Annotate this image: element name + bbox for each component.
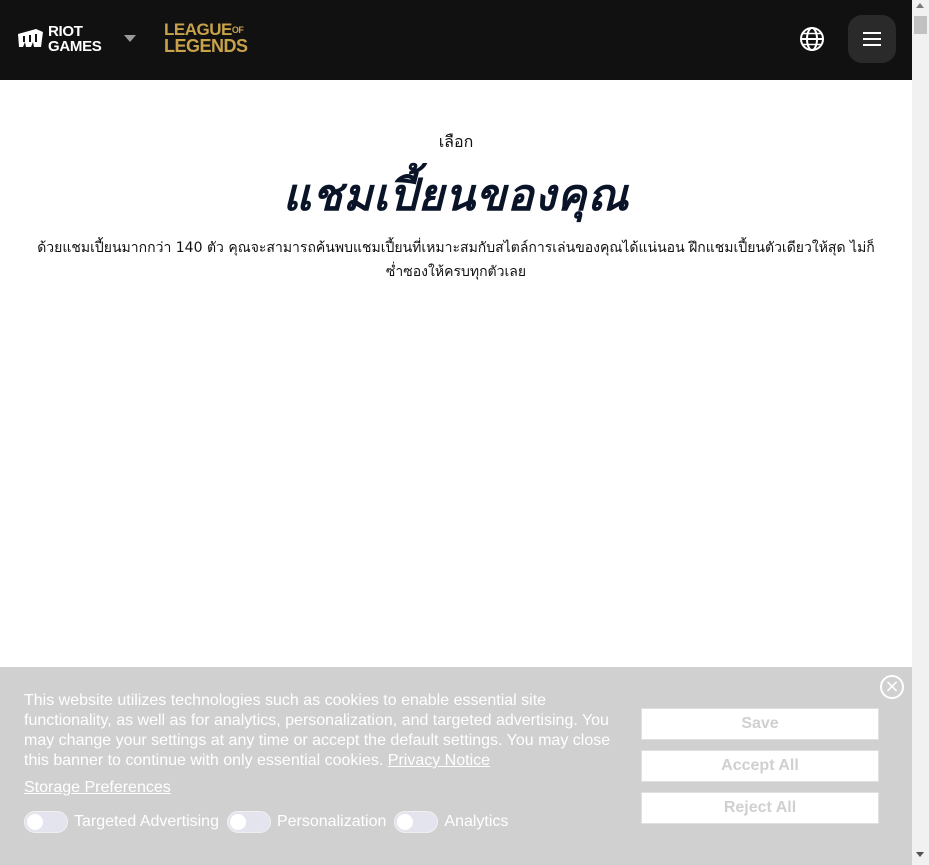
page: RIOT GAMES LEAGUEOF LEGENDS เลือก แชมเปี…: [0, 0, 929, 865]
scroll-thumb[interactable]: [914, 16, 927, 34]
lol-logo-legends: LEGENDS: [164, 36, 248, 56]
toggle-label: Personalization: [276, 813, 387, 830]
section-headline: แชมเปี้ยนของคุณ: [282, 170, 630, 221]
cookie-notice-text: This website utilizes technologies such …: [24, 691, 619, 771]
section-eyebrow: เลือก: [438, 132, 474, 151]
top-nav: RIOT GAMES LEAGUEOF LEGENDS: [0, 0, 912, 80]
storage-preferences-link[interactable]: Storage Preferences: [24, 779, 171, 797]
toggle-switch[interactable]: [24, 811, 68, 833]
riot-wordmark-line1: RIOT: [48, 23, 83, 40]
riot-wordmark-line2: GAMES: [48, 38, 102, 55]
scroll-up-arrow-icon[interactable]: [916, 3, 924, 8]
riot-wordmark: RIOT GAMES: [44, 24, 102, 54]
chevron-down-icon[interactable]: [124, 35, 136, 43]
scroll-down-arrow-icon[interactable]: [916, 852, 924, 857]
league-of-legends-logo[interactable]: LEAGUEOF LEGENDS: [164, 21, 254, 58]
toggle-knob: [397, 814, 414, 830]
close-icon: ×: [884, 676, 900, 697]
save-button[interactable]: Save: [641, 708, 879, 740]
toggle-label: Analytics: [444, 813, 509, 830]
lol-logo-of: OF: [231, 25, 244, 35]
toggle-knob: [229, 814, 246, 830]
consent-toggles: Targeted Advertising Personalization Ana…: [24, 811, 516, 833]
globe-icon[interactable]: [799, 26, 825, 52]
toggle-knob: [27, 814, 43, 830]
cookie-banner: × This website utilizes technologies suc…: [0, 667, 912, 865]
cookie-notice-body: This website utilizes technologies such …: [24, 692, 611, 769]
riot-games-logo[interactable]: RIOT GAMES: [16, 22, 116, 56]
page-scrollbar[interactable]: [912, 0, 929, 865]
toggle-personalization[interactable]: Personalization: [226, 811, 387, 833]
toggle-label: Targeted Advertising: [74, 813, 219, 830]
reject-all-button[interactable]: Reject All: [641, 792, 879, 824]
toggle-switch[interactable]: [226, 811, 271, 833]
close-banner-button[interactable]: ×: [880, 675, 904, 699]
toggle-switch[interactable]: [394, 811, 439, 833]
menu-button[interactable]: [848, 15, 896, 63]
toggle-analytics[interactable]: Analytics: [394, 811, 508, 833]
toggle-targeted-advertising[interactable]: Targeted Advertising: [24, 811, 219, 833]
section-description: ด้วยแชมเปี้ยนมากกว่า 140 ตัว คุณจะสามารถ…: [37, 240, 875, 280]
accept-all-button[interactable]: Accept All: [641, 750, 879, 782]
riot-fist-icon: [18, 29, 43, 47]
hamburger-menu-icon: [863, 32, 881, 46]
privacy-notice-link[interactable]: Privacy Notice: [388, 752, 490, 769]
